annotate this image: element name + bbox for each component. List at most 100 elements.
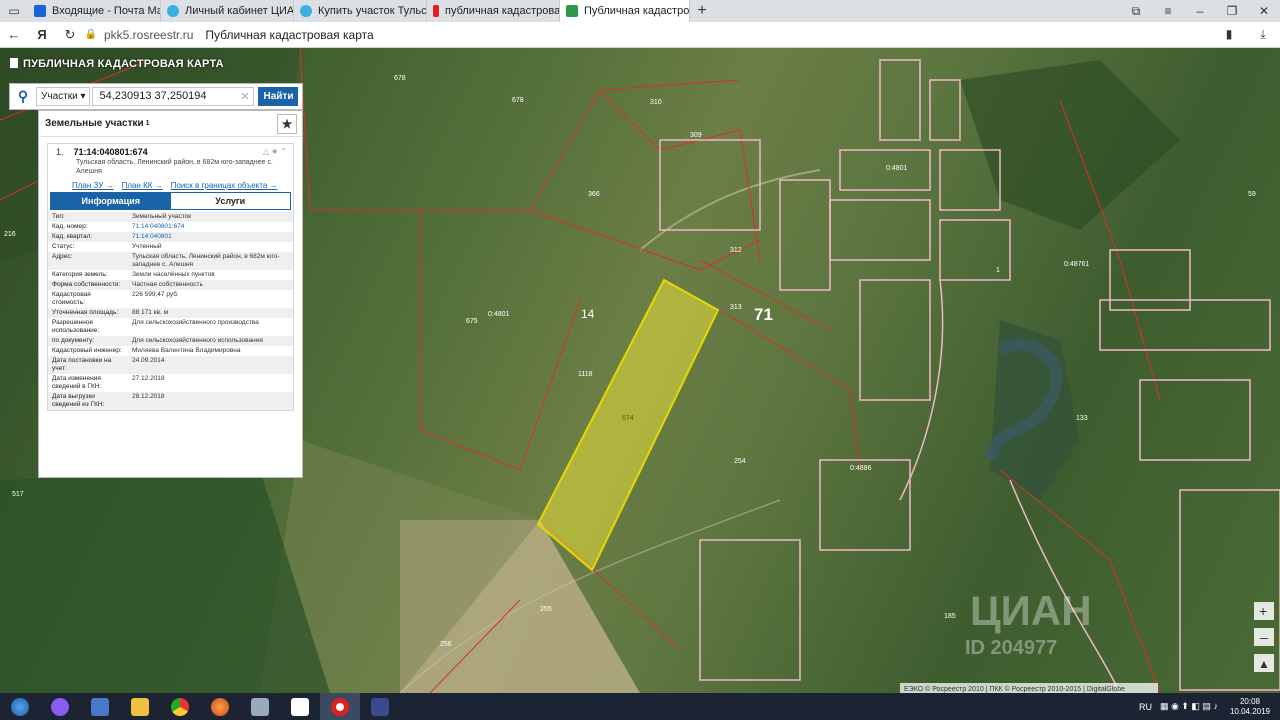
search-in-bounds-link[interactable]: Поиск в границах объекта → — [171, 181, 278, 190]
map-label: 678 — [394, 75, 406, 82]
info-value: 226 599,47 руб. — [132, 291, 179, 298]
clock[interactable]: 20:08 10.04.2019 — [1230, 697, 1270, 717]
info-row: Дата выгрузки сведений из ГКН: 28.12.2018 — [48, 392, 293, 410]
search-type-select[interactable]: Участки ▾ — [36, 87, 91, 106]
info-key: Тип: — [52, 213, 65, 220]
parcel-cad-number[interactable]: 71:14:040801:674 — [74, 147, 148, 157]
tab-cian-buy[interactable]: Купить участок Тульская о — [294, 0, 427, 22]
firefox-icon — [211, 697, 229, 716]
info-row: Кадастровый инженер: Миляева Валентина Вл… — [48, 346, 293, 356]
close-window-icon[interactable]: ✕ — [1248, 4, 1280, 19]
taskbar-explorer[interactable] — [120, 693, 160, 720]
tray-icons[interactable]: ▦ ◉ ⬆ ◧ ▤ ♪ — [1160, 701, 1218, 712]
clear-icon[interactable]: ✕ — [240, 90, 249, 103]
info-value: Тульская область, Ленинский район, в 682… — [132, 253, 280, 268]
taskbar-alice[interactable] — [40, 693, 80, 720]
yandex-logo-icon[interactable]: Я — [28, 27, 56, 42]
bookmark-icon[interactable]: ▮ — [1212, 27, 1246, 42]
map-label: 675 — [466, 318, 478, 325]
result-count: 1 — [145, 120, 150, 127]
map-label: 517 — [12, 491, 24, 498]
parcel-info-table: Тип: Земельный участок Кад. номер: 71:14:04… — [48, 212, 293, 410]
map-label: 0:4886 — [850, 465, 872, 472]
tab-info[interactable]: Информация — [51, 193, 171, 209]
taskbar-yandex[interactable] — [280, 693, 320, 720]
language-indicator[interactable]: RU — [1139, 702, 1152, 712]
info-key: Уточненная площадь: — [52, 309, 119, 316]
info-value[interactable]: 71:14:040801:674 — [128, 222, 293, 232]
search-input[interactable]: 54,230913 37,250194 ✕ — [92, 87, 255, 106]
yandex-browser-icon — [331, 697, 349, 716]
search-button[interactable]: Найти — [258, 87, 299, 106]
tab-cian-cabinet[interactable]: Личный кабинет ЦИАН — [161, 0, 294, 22]
start-button[interactable] — [0, 693, 40, 720]
taskbar-app[interactable] — [360, 693, 400, 720]
info-row: по документу: Для сельскохозяйственного и… — [48, 336, 293, 346]
person-icon: ▲ — [1258, 657, 1270, 671]
maximize-icon[interactable]: ❐ — [1216, 4, 1248, 19]
tab-mail[interactable]: Входящие - Почта Mail.Ru — [28, 0, 161, 22]
pkk-logo-icon — [10, 58, 18, 68]
selected-parcel-label: 674 — [622, 415, 634, 422]
map-attribution: ЕЭКО © Росреестр 2010 | ПКК © Росреестр … — [904, 685, 1125, 693]
calculator-icon — [251, 697, 269, 716]
collapse-icon[interactable]: ⌃ — [280, 147, 289, 156]
tab-pkk-active[interactable]: Публичная кадастровая✕ — [560, 0, 690, 22]
taskbar-calculator[interactable] — [240, 693, 280, 720]
info-row: Категория земель: Земли населённых пункто… — [48, 270, 293, 280]
yandex-favicon-icon — [433, 5, 439, 17]
reload-icon[interactable]: ↻ — [56, 27, 84, 43]
search-icon[interactable]: ⚲ — [10, 88, 36, 105]
info-value: Миляева Валентина Владимировна — [132, 347, 241, 354]
star-icon[interactable]: ★ — [271, 147, 280, 156]
map-label: 1118 — [578, 371, 593, 378]
map-label: 0:48761 — [1064, 261, 1089, 268]
taskbar-volume[interactable] — [80, 693, 120, 720]
quarter-label: 71 — [754, 305, 773, 324]
bookmarks-icon[interactable]: ⧉ — [1120, 4, 1152, 19]
cian-watermark: ЦИАН — [970, 587, 1092, 634]
chrome-icon — [171, 697, 189, 716]
info-row: Уточненная площадь: 88 171 кв. м — [48, 308, 293, 318]
clock-time: 20:08 — [1239, 696, 1260, 706]
info-value: Учтенный — [132, 243, 162, 250]
new-tab-button[interactable]: + — [690, 2, 714, 20]
info-key: Кад. квартал: — [52, 233, 93, 240]
info-key: Форма собственности: — [52, 281, 121, 288]
taskbar-firefox[interactable] — [200, 693, 240, 720]
warning-icon[interactable]: △ — [263, 147, 271, 156]
tab-label: Входящие - Почта Mail.Ru — [52, 5, 160, 17]
cian-favicon-icon — [300, 5, 312, 17]
system-tray: RU ▦ ◉ ⬆ ◧ ▤ ♪ 20:08 10.04.2019 — [1135, 697, 1280, 717]
tab-services[interactable]: Услуги — [170, 193, 290, 209]
map-label: 0:4801 — [488, 311, 510, 318]
plan-zu-link[interactable]: План ЗУ → — [72, 181, 114, 190]
tab-list-icon[interactable]: ▭ — [0, 0, 28, 22]
tab-yandex-search[interactable]: публичная кадастровая ка — [427, 0, 560, 22]
map-label: 216 — [4, 231, 16, 238]
minimize-icon[interactable]: – — [1184, 4, 1216, 19]
back-icon[interactable]: ← — [0, 27, 28, 42]
download-icon[interactable]: ⤓ — [1246, 27, 1280, 42]
menu-icon[interactable]: ≡ — [1152, 4, 1184, 19]
map-label: 366 — [588, 191, 600, 198]
map-label: 59 — [1248, 191, 1256, 198]
tab-label: публичная кадастровая ка — [445, 5, 560, 17]
window-controls: ⧉ ≡ – ❐ ✕ — [1120, 4, 1280, 19]
app-title-text: ПУБЛИЧНАЯ КАДАСТРОВАЯ КАРТА — [23, 58, 224, 70]
favorite-star-icon[interactable]: ★ — [277, 113, 297, 134]
folder-icon — [131, 697, 149, 716]
taskbar-chrome[interactable] — [160, 693, 200, 720]
cian-favicon-icon — [167, 5, 179, 17]
info-row: Форма собственности: Частная собственност… — [48, 280, 293, 290]
speaker-icon — [91, 697, 109, 716]
map-label: 313 — [730, 304, 742, 311]
taskbar-yandex-browser[interactable] — [320, 693, 360, 720]
url-text[interactable]: pkk5.rosreestr.ru — [104, 28, 193, 42]
search-value: 54,230913 37,250194 — [99, 90, 207, 102]
info-value[interactable]: 71:14:040801 — [128, 232, 293, 242]
plan-kk-link[interactable]: План КК → — [122, 181, 163, 190]
info-value: 27.12.2018 — [132, 375, 165, 382]
info-value: Для сельскохозяйственного использования — [132, 337, 263, 344]
info-row: Кадастровая стоимость: 226 599,47 руб. — [48, 290, 293, 308]
